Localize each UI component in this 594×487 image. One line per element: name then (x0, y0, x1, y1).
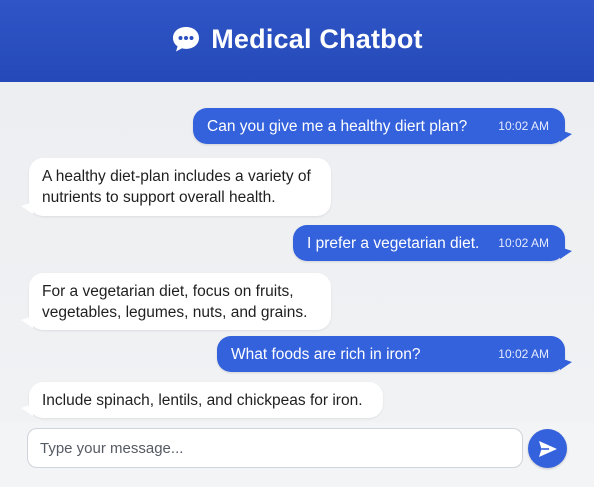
chat-bubble-icon (173, 27, 200, 52)
user-message: I prefer a vegetarian diet. 10:02 AM (293, 225, 572, 261)
bot-message: A healthy diet-plan includes a variety o… (21, 158, 331, 216)
bubble-tail (21, 404, 33, 416)
message-text-line: For a vegetarian diet, focus on fruits, (42, 283, 294, 300)
bot-message: For a vegetarian diet, focus on fruits, … (21, 273, 331, 330)
bot-message: Include spinach, lentils, and chickpeas … (21, 382, 383, 418)
message-time: 10:02 AM (498, 346, 549, 361)
message-text-line: A healthy diet-plan includes a variety o… (42, 168, 311, 185)
message-input[interactable] (27, 428, 523, 468)
app-header: Medical Chatbot (0, 0, 594, 82)
bubble-tail (21, 202, 33, 214)
message-text-line: nutrients to support overall health. (42, 189, 276, 206)
bubble-tail (560, 130, 572, 142)
bubble-tail (21, 316, 33, 328)
message-time: 10:02 AM (498, 118, 549, 133)
chat-area[interactable]: Can you give me a healthy diert plan? 10… (0, 82, 594, 422)
composer-bar (0, 422, 594, 487)
send-button[interactable] (528, 429, 567, 468)
bubble-tail (560, 247, 572, 259)
page-title: Medical Chatbot (211, 23, 423, 54)
message-text: I prefer a vegetarian diet. (307, 234, 480, 252)
message-time: 10:02 AM (498, 235, 549, 250)
message-text: Can you give me a healthy diert plan? (207, 117, 468, 135)
user-message: What foods are rich in iron? 10:02 AM (217, 336, 572, 372)
header-title-group: Medical Chatbot (171, 24, 423, 55)
message-text: What foods are rich in iron? (231, 345, 421, 363)
user-message: Can you give me a healthy diert plan? 10… (193, 108, 572, 144)
message-text-line: Include spinach, lentils, and chickpeas … (42, 391, 363, 409)
message-text-line: vegetables, legumes, nuts, and grains. (42, 304, 308, 321)
bubble-tail (560, 358, 572, 370)
send-icon (538, 440, 557, 457)
